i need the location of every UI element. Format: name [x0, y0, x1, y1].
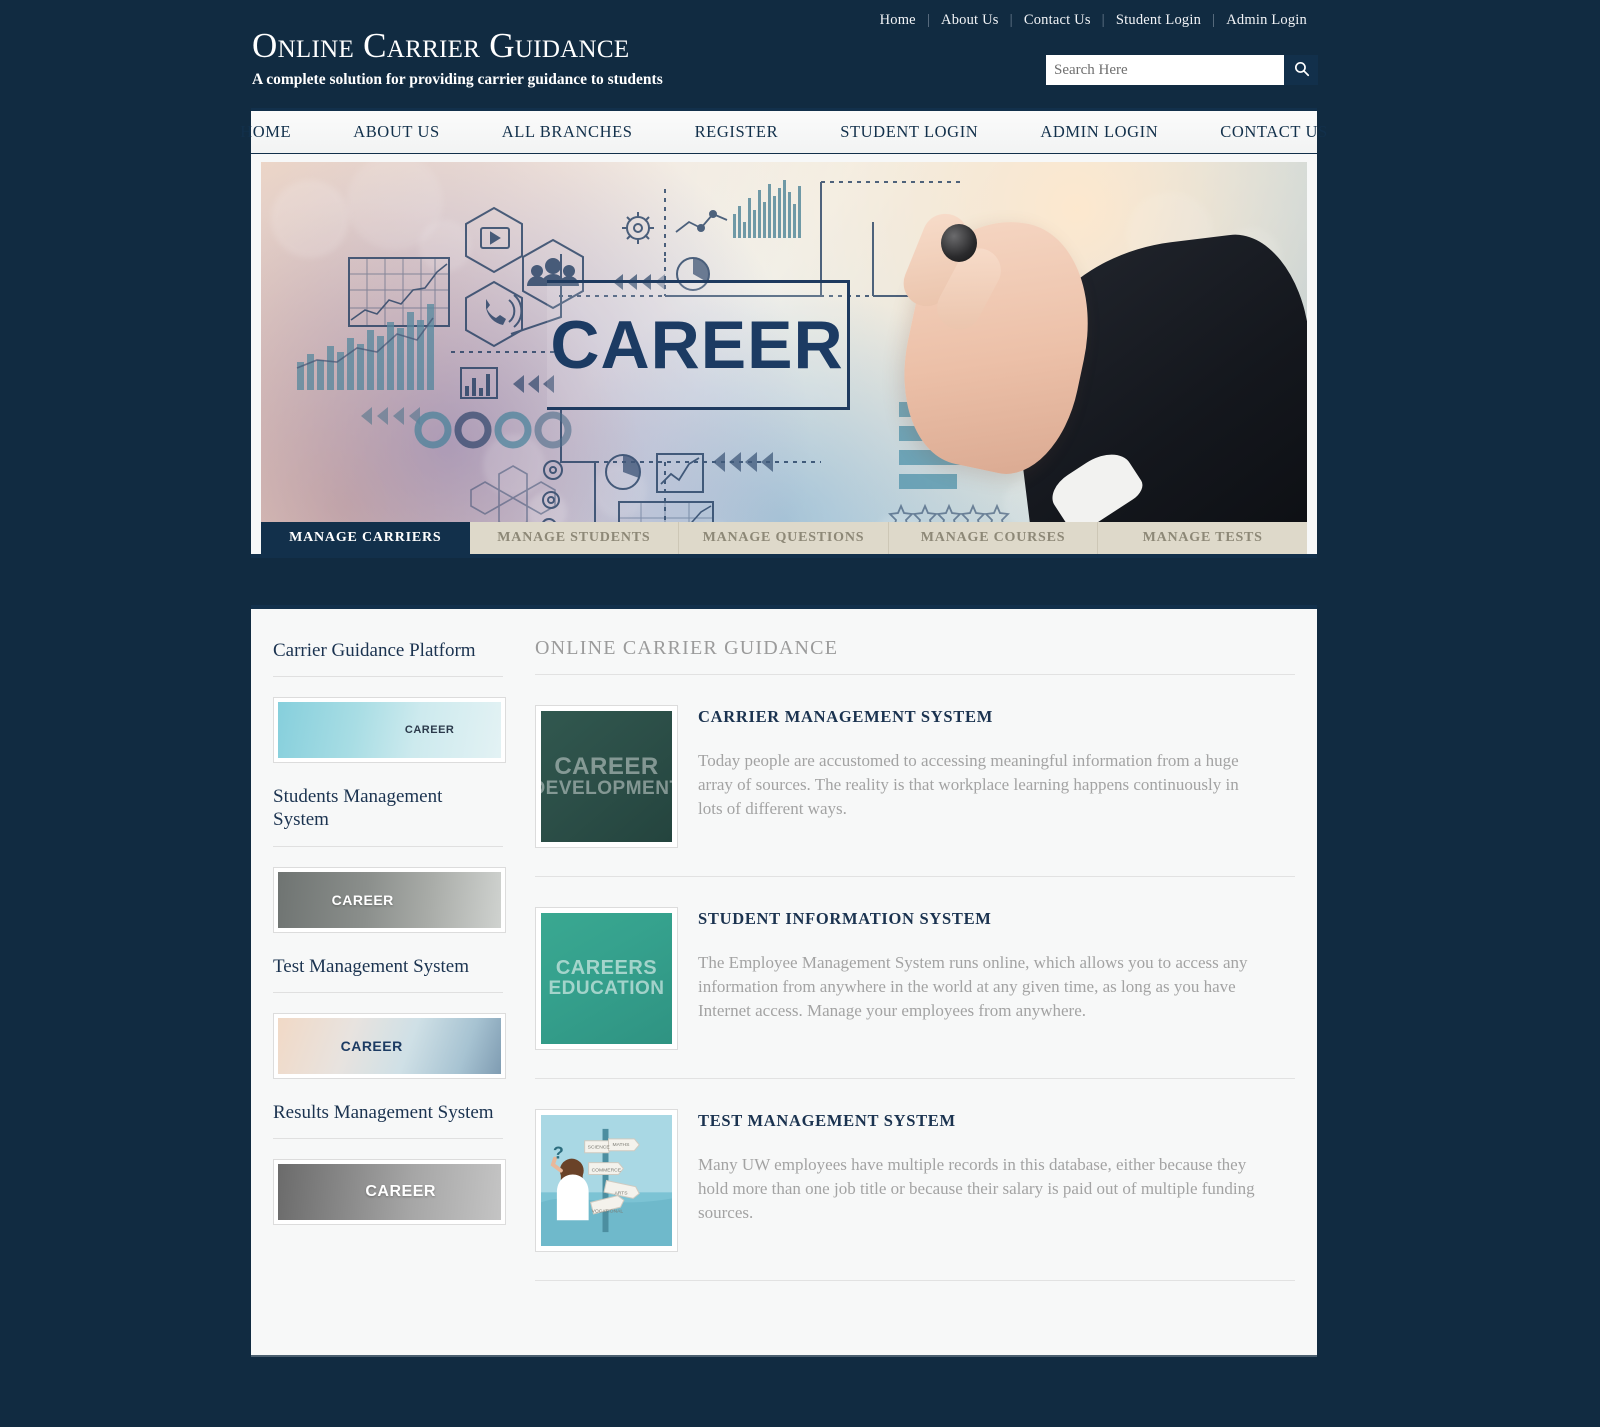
sidebar-thumb-label: CAREER: [340, 1037, 403, 1054]
sidebar-thumbnail-students-management-system[interactable]: CAREER: [273, 866, 506, 933]
sidebar-divider: [273, 1137, 503, 1139]
tab-manage-questions[interactable]: MANAGE QUESTIONS: [679, 522, 889, 554]
svg-text:?: ?: [553, 1143, 564, 1163]
article-title[interactable]: TEST MANAGEMENT SYSTEM: [698, 1111, 1295, 1131]
hero-banner: CAREER: [261, 162, 1307, 554]
sidebar-thumb-label: CAREER: [365, 1182, 436, 1200]
sidebar-thumbnail-carrier-guidance-platform[interactable]: CAREER: [273, 697, 506, 764]
article-student-information-system: CAREERS EDUCATION STUDENT INFORMATION SY…: [535, 877, 1295, 1079]
svg-text:VOCATIONAL: VOCATIONAL: [592, 1208, 624, 1214]
tab-manage-tests[interactable]: MANAGE TESTS: [1098, 522, 1307, 554]
sidebar-item-label[interactable]: Test Management System: [273, 955, 503, 992]
article-thumbnail[interactable]: CAREER DEVELOPMENT: [535, 705, 678, 848]
article-carrier-management-system: CAREER DEVELOPMENT CARRIER MANAGEMENT SY…: [535, 675, 1295, 877]
sidebar-thumb-label: CAREER: [404, 724, 455, 737]
svg-text:MATHS: MATHS: [612, 1142, 630, 1148]
top-link-home[interactable]: Home: [869, 12, 927, 29]
nav-about-us[interactable]: ABOUT US: [322, 122, 471, 142]
top-link-contact-us[interactable]: Contact Us: [1013, 12, 1102, 29]
top-link-admin-login[interactable]: Admin Login: [1215, 12, 1318, 29]
banner-headline-text: CAREER: [550, 307, 844, 383]
top-link-student-login[interactable]: Student Login: [1105, 12, 1212, 29]
article-title[interactable]: CARRIER MANAGEMENT SYSTEM: [698, 707, 1295, 727]
signpost-illustration: SCIENCE MATHS COMMERCE ARTS VOCATIONAL ?: [541, 1115, 672, 1246]
article-text: The Employee Management System runs onli…: [698, 953, 1248, 1021]
top-link-about-us[interactable]: About Us: [930, 12, 1010, 29]
article-title[interactable]: STUDENT INFORMATION SYSTEM: [698, 909, 1295, 929]
banner-pen-tip: [941, 224, 977, 262]
main-content: ONLINE CARRIER GUIDANCE CAREER DEVELOPME…: [513, 633, 1295, 1355]
nav-home[interactable]: HOME: [209, 122, 322, 142]
sidebar-item-label[interactable]: Results Management System: [273, 1101, 503, 1138]
svg-text:COMMERCE: COMMERCE: [592, 1168, 622, 1174]
sidebar-item-label[interactable]: Students Management System: [273, 785, 503, 845]
sidebar-divider: [273, 845, 503, 847]
nav-register[interactable]: REGISTER: [664, 122, 810, 142]
svg-text:SCIENCE: SCIENCE: [588, 1145, 611, 1151]
nav-admin-login[interactable]: ADMIN LOGIN: [1009, 122, 1189, 142]
search-button[interactable]: [1284, 55, 1318, 85]
sidebar-divider: [273, 991, 503, 993]
tab-manage-courses[interactable]: MANAGE COURSES: [888, 522, 1099, 554]
content-card: Carrier Guidance Platform CAREER Student…: [251, 605, 1317, 1355]
tab-manage-students[interactable]: MANAGE STUDENTS: [469, 522, 680, 554]
page-root: Home | About Us | Contact Us | Student L…: [0, 0, 1600, 1427]
banner-tabs: MANAGE CARRIERS MANAGE STUDENTS MANAGE Q…: [261, 522, 1307, 554]
article-text: Many UW employees have multiple records …: [698, 1155, 1255, 1223]
sidebar-thumbnail-results-management-system[interactable]: CAREER: [273, 1158, 506, 1225]
top-bar: Home | About Us | Contact Us | Student L…: [0, 0, 1600, 104]
article-thumb-line-1: CAREER: [554, 752, 659, 780]
site-tagline: A complete solution for providing carrie…: [252, 71, 663, 88]
sidebar: Carrier Guidance Platform CAREER Student…: [273, 633, 513, 1355]
article-test-management-system: SCIENCE MATHS COMMERCE ARTS VOCATIONAL ?: [535, 1079, 1295, 1281]
article-thumb-line-2: EDUCATION: [548, 978, 665, 1000]
page-title: ONLINE CARRIER GUIDANCE: [535, 637, 839, 659]
site-branding[interactable]: Online Carrier Guidance A complete solut…: [252, 28, 663, 89]
sidebar-thumbnail-test-management-system[interactable]: CAREER: [273, 1012, 506, 1079]
article-thumbnail[interactable]: CAREERS EDUCATION: [535, 907, 678, 1050]
main-navigation: HOME ABOUT US ALL BRANCHES REGISTER STUD…: [240, 111, 1327, 154]
tab-manage-carriers[interactable]: MANAGE CARRIERS: [261, 522, 470, 554]
banner-headline: CAREER: [547, 280, 850, 410]
search-bar: [1046, 55, 1318, 85]
sidebar-thumb-label: CAREER: [331, 891, 394, 908]
search-input[interactable]: [1046, 55, 1284, 85]
top-utility-nav: Home | About Us | Contact Us | Student L…: [869, 12, 1318, 29]
site-title: Online Carrier Guidance: [252, 26, 630, 65]
article-thumb-line-1: CAREERS: [555, 957, 658, 980]
nav-all-branches[interactable]: ALL BRANCHES: [471, 122, 664, 142]
svg-text:ARTS: ARTS: [614, 1190, 628, 1196]
sidebar-item-label[interactable]: Carrier Guidance Platform: [273, 639, 503, 676]
nav-contact-us[interactable]: CONTACT US: [1189, 122, 1359, 142]
search-icon: [1293, 60, 1310, 80]
sidebar-divider: [273, 676, 503, 678]
article-thumb-line-2: DEVELOPMENT: [541, 778, 672, 800]
article-thumbnail[interactable]: SCIENCE MATHS COMMERCE ARTS VOCATIONAL ?: [535, 1109, 678, 1252]
header-card: HOME ABOUT US ALL BRANCHES REGISTER STUD…: [240, 108, 1327, 558]
article-text: Today people are accustomed to accessing…: [698, 751, 1239, 819]
nav-student-login[interactable]: STUDENT LOGIN: [809, 122, 1009, 142]
